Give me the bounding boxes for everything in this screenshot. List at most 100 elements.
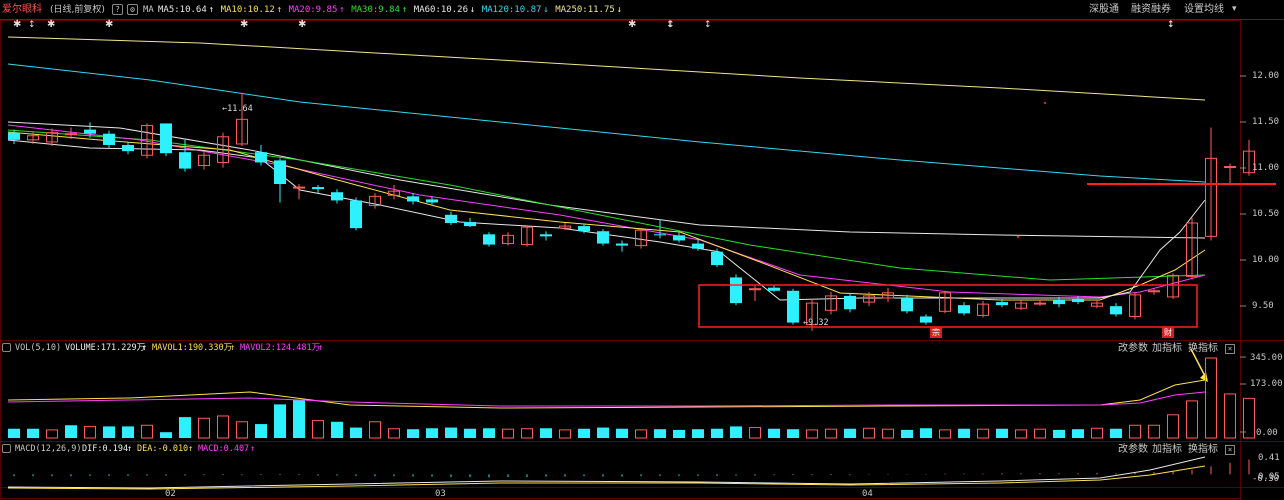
volume-bar-up — [749, 427, 761, 439]
price-tick: 9.50 — [1252, 301, 1274, 311]
volume-bar-up — [559, 429, 571, 439]
edit-params-button[interactable]: 改参数 — [1118, 444, 1148, 456]
candle-body-down — [901, 297, 913, 312]
volume-bar-down — [274, 404, 286, 438]
volume-bar-down — [255, 424, 267, 438]
ma20-line — [7, 124, 1206, 298]
price-tick: 11.00 — [1252, 163, 1280, 173]
volume-bar-up — [46, 429, 58, 439]
event-marker-icon: ↕ — [28, 20, 36, 30]
volume-bar-down — [1110, 428, 1122, 438]
volume-bar-up — [369, 421, 381, 439]
candle-body-down — [255, 152, 267, 163]
volume-bar-up — [236, 421, 248, 439]
volume-bar-up — [635, 429, 647, 439]
candle-body-down — [730, 277, 742, 304]
volume-bar-down — [293, 399, 305, 438]
month-tick: 04 — [862, 489, 873, 499]
price-tick: 11.50 — [1252, 117, 1280, 127]
dea-value: DEA:-0.010 — [137, 444, 189, 454]
volume-bar-down — [730, 426, 742, 438]
candle-body-down — [122, 144, 134, 152]
candle-body-down — [654, 234, 666, 236]
ma60-line — [7, 121, 1206, 239]
volume-bar-down — [901, 429, 913, 438]
close-icon[interactable]: × — [1225, 344, 1235, 354]
volume-bar-up — [825, 428, 837, 439]
volume-bar-down — [483, 428, 495, 438]
add-indicator-button[interactable]: 加指标 — [1152, 444, 1182, 456]
volume-bar-down — [920, 428, 932, 438]
indicator-settings-icon[interactable] — [2, 444, 11, 453]
event-marker-icon: ✱ — [47, 19, 55, 30]
vol-title[interactable]: VOL(5,10) — [15, 343, 61, 354]
volume-bar-up — [217, 415, 229, 439]
volume-bar-down — [540, 428, 552, 438]
indicator-settings-icon[interactable] — [2, 343, 11, 352]
volume-bar-down — [65, 425, 77, 438]
up-arrow-icon: ↑ — [230, 343, 236, 353]
candle-body-down — [464, 221, 476, 227]
volume-bar-down — [445, 427, 457, 438]
volume-bar-up — [977, 428, 989, 439]
volume-bar-up — [1148, 424, 1160, 439]
candle-body-down — [331, 192, 343, 201]
volume-bar-up — [882, 428, 894, 439]
candle-body-down — [616, 243, 628, 246]
volume-bar-up — [1129, 424, 1141, 439]
add-indicator-button[interactable]: 加指标 — [1152, 343, 1182, 355]
volume-bar-down — [692, 429, 704, 438]
event-marker-icon: ↕ — [667, 20, 675, 30]
volume-bar-up — [502, 428, 514, 439]
candle-body-down — [597, 231, 609, 244]
volume-bar-down — [578, 428, 590, 438]
mavol1-line — [7, 379, 1206, 409]
candle-body-down — [179, 152, 191, 169]
ma250-line — [7, 36, 1206, 101]
candle-body-down — [103, 133, 115, 145]
close-icon[interactable]: × — [1225, 445, 1235, 455]
up-arrow-icon: ↑ — [318, 343, 324, 353]
switch-indicator-button[interactable]: 换指标 — [1188, 343, 1218, 355]
event-marker-icon: ✱ — [105, 19, 113, 30]
candle-body-down — [1053, 300, 1065, 305]
event-marker-icon: ✱ — [298, 19, 306, 30]
volume-bar-down — [464, 428, 476, 438]
price-tick: 12.00 — [1252, 71, 1280, 81]
volume-bar-up — [312, 420, 324, 439]
macd-tick: 0.41 — [1258, 453, 1280, 463]
edit-params-button[interactable]: 改参数 — [1118, 343, 1148, 355]
candle-body-down — [768, 287, 780, 291]
volume-bar-down — [597, 427, 609, 438]
volume-tick: 345.00 — [1250, 353, 1283, 363]
candle-body-up — [293, 186, 305, 189]
event-badge[interactable]: 宗 — [930, 327, 942, 338]
candle-body-up — [749, 288, 761, 291]
dea-line — [7, 465, 1206, 490]
candle-body-down — [673, 235, 685, 241]
candle-body-up — [1034, 302, 1046, 305]
candle-body-down — [350, 200, 362, 229]
volume-bar-down — [844, 428, 856, 438]
event-marker-icon: ✱ — [628, 19, 636, 30]
volume-bar-down — [179, 417, 191, 438]
volume-bar-down — [787, 429, 799, 438]
volume-bar-down — [350, 427, 362, 438]
finance-badge[interactable]: 财 — [1162, 327, 1174, 338]
mavol1-value: MAVOL1:190.330万 — [152, 343, 233, 353]
kline-chart[interactable]: ✱ ✱ ✱ ✱ ✱ ✱↕ ↕ ↕ ↕↕ ↕ — [0, 0, 1284, 500]
macd-panel-header: MACD(12,26,9) DIF:0.194 ↑ DEA:-0.010 ↑ M… — [0, 443, 1240, 457]
volume-bar-up — [141, 424, 153, 439]
macd-title[interactable]: MACD(12,26,9) — [15, 444, 82, 455]
volume-bar-up — [1224, 393, 1236, 439]
switch-indicator-button[interactable]: 换指标 — [1188, 444, 1218, 456]
volume-bar-up — [198, 417, 210, 439]
candle-body-up — [1148, 290, 1160, 293]
candle-body-up — [1224, 166, 1236, 169]
volume-bar-down — [996, 428, 1008, 438]
volume-tick: 0.00 — [1256, 428, 1278, 438]
candle-body-down — [407, 196, 419, 202]
volume-bar-up — [1205, 357, 1217, 439]
volume-bar-up — [1167, 414, 1179, 439]
volume-bar-down — [426, 428, 438, 438]
